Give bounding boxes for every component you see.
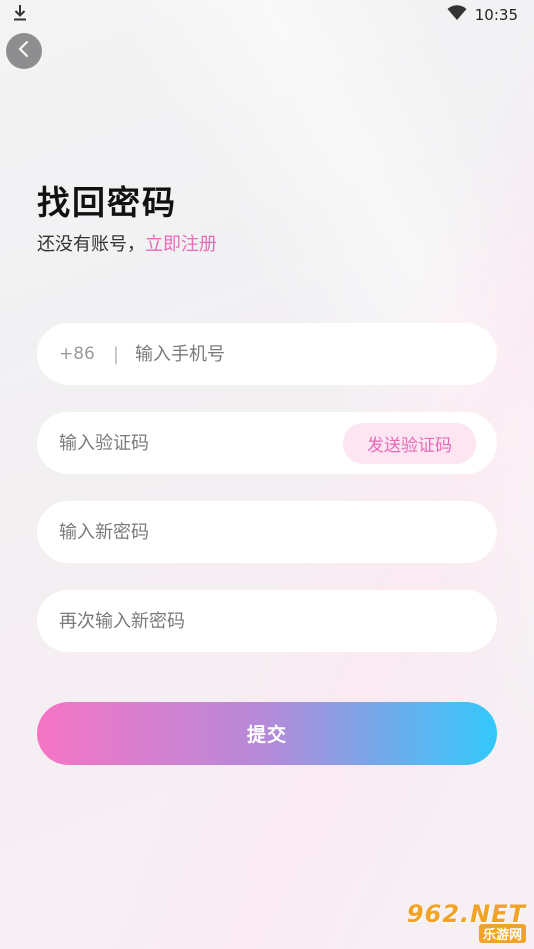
- code-field[interactable]: 发送验证码: [37, 412, 497, 474]
- back-button[interactable]: [6, 33, 42, 69]
- subtitle-text: 还没有账号，: [37, 234, 145, 255]
- status-time: 10:35: [474, 6, 518, 24]
- background-sheen: [0, 0, 534, 949]
- phone-input[interactable]: [134, 343, 475, 365]
- subtitle: 还没有账号，立即注册: [37, 230, 217, 256]
- status-right: 10:35: [447, 5, 518, 25]
- status-bar: 10:35: [0, 0, 534, 30]
- register-link[interactable]: 立即注册: [145, 234, 217, 255]
- watermark-bottom: 乐游网: [478, 924, 526, 943]
- download-icon: [12, 4, 28, 26]
- send-code-button[interactable]: 发送验证码: [343, 422, 476, 464]
- wifi-icon: [447, 5, 467, 25]
- phone-field[interactable]: +86 |: [37, 323, 497, 385]
- watermark-logo: 962.NET 乐游网: [407, 900, 526, 943]
- country-code-prefix[interactable]: +86: [59, 344, 95, 364]
- confirm-password-field[interactable]: [37, 590, 497, 652]
- page-title: 找回密码: [37, 183, 177, 222]
- submit-button[interactable]: 提交: [37, 702, 497, 765]
- new-password-field[interactable]: [37, 501, 497, 563]
- chevron-left-icon: [17, 40, 31, 62]
- confirm-password-input[interactable]: [59, 610, 475, 632]
- new-password-input[interactable]: [59, 521, 475, 543]
- code-input[interactable]: [59, 432, 343, 454]
- prefix-divider: |: [112, 343, 119, 365]
